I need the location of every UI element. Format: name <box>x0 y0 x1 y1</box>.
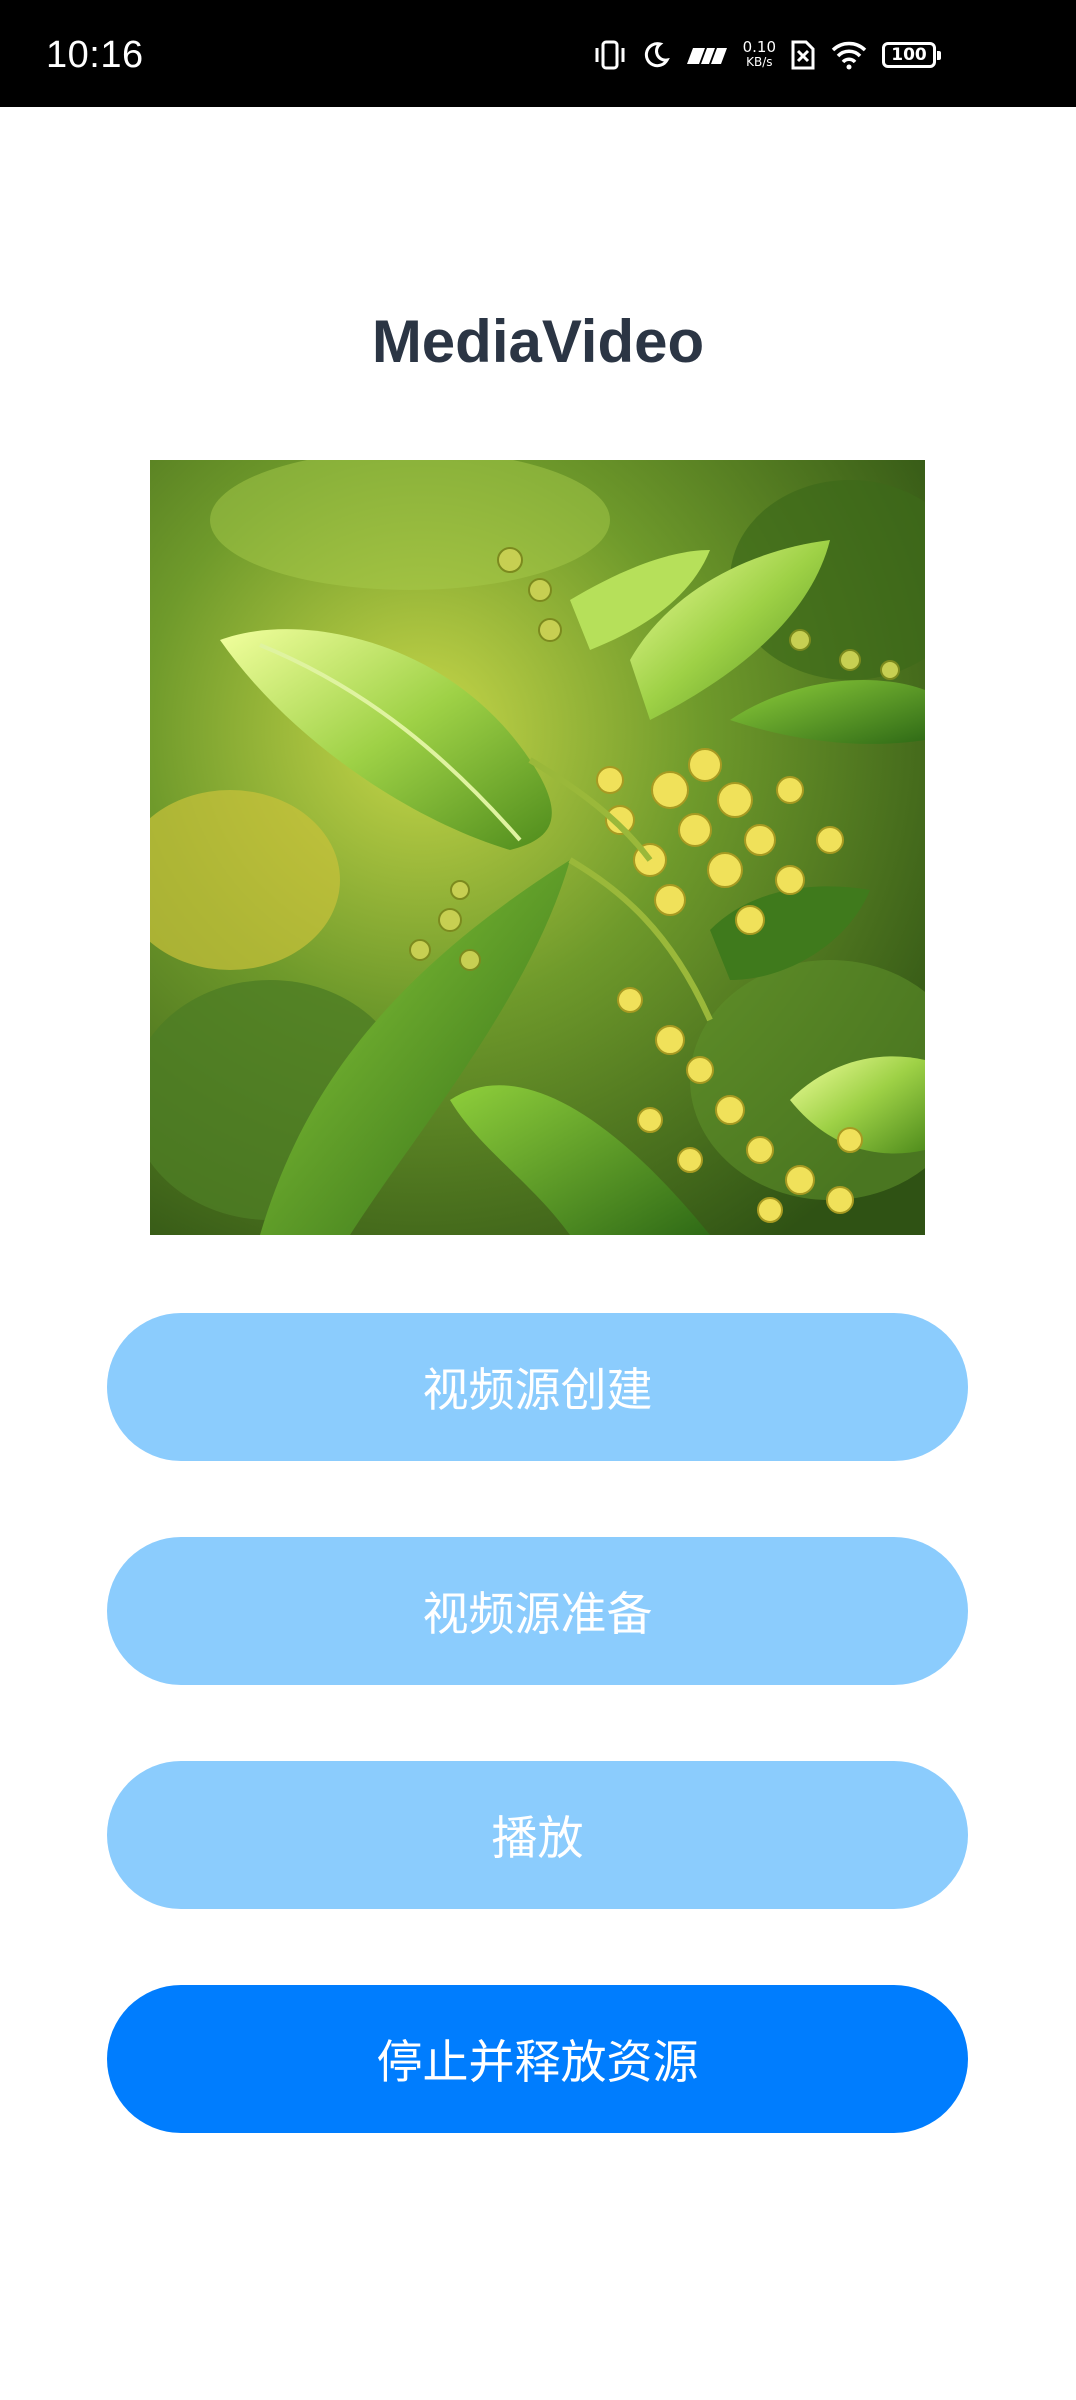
battery-icon: 100 <box>882 42 941 68</box>
status-icons: 0.10 KB/s 100 <box>593 38 941 72</box>
video-player[interactable] <box>150 460 925 1235</box>
stop-release-button[interactable]: 停止并释放资源 <box>107 1985 968 2133</box>
prepare-video-source-button[interactable]: 视频源准备 <box>107 1537 968 1685</box>
moon-icon <box>641 40 671 70</box>
video-frame <box>150 460 925 1235</box>
play-button[interactable]: 播放 <box>107 1761 968 1909</box>
page-title: MediaVideo <box>371 308 705 375</box>
vibrate-icon <box>593 39 627 71</box>
network-speed-value: 0.10 <box>742 38 776 56</box>
network-speed: 0.10 KB/s <box>743 40 776 70</box>
no-sim-icon <box>790 39 816 71</box>
status-time: 10:16 <box>46 34 144 76</box>
wifi-icon <box>830 40 868 70</box>
status-bar: 10:16 0.10 KB/s 100 <box>0 0 1076 107</box>
signal-hd-icon <box>685 42 729 68</box>
create-video-source-button[interactable]: 视频源创建 <box>107 1313 968 1461</box>
network-speed-unit: KB/s <box>746 55 773 69</box>
